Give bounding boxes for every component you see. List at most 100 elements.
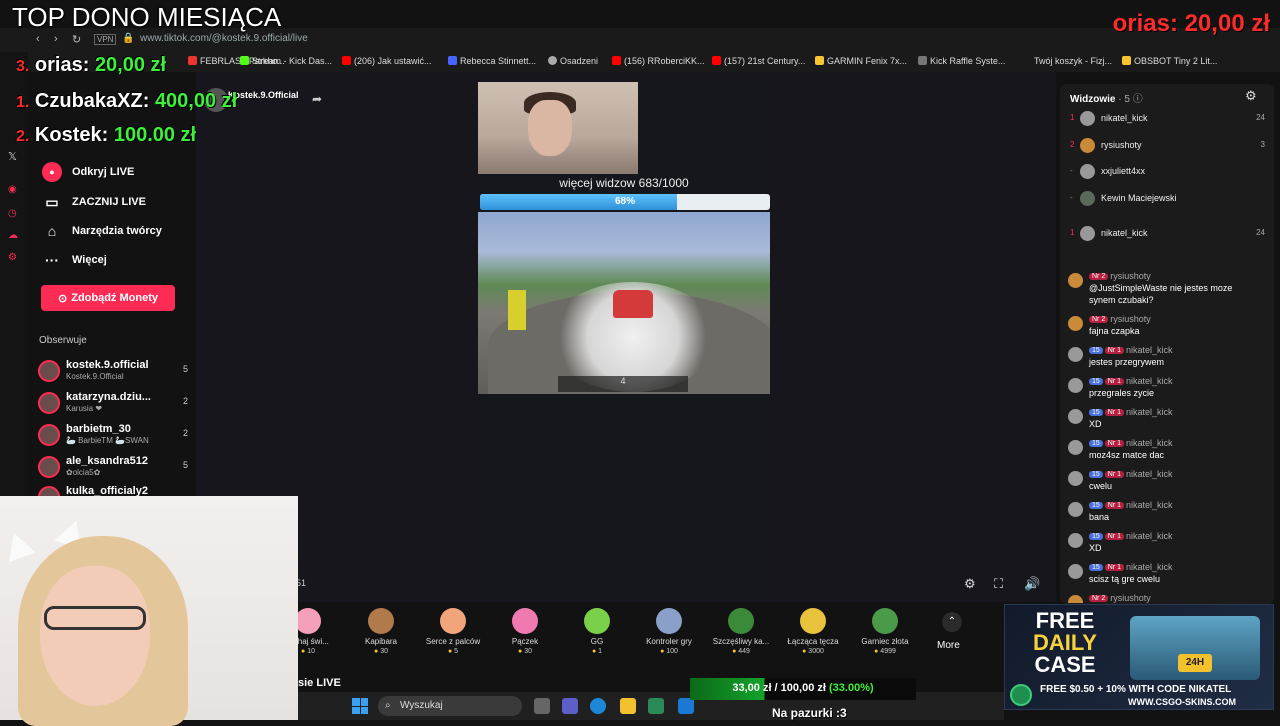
viewer-row[interactable]: 1 nikatel_kick 24 xyxy=(1070,226,1265,244)
chat-message[interactable]: 15 Nr 1 nikatel_kick XD xyxy=(1068,407,1268,437)
clock-icon[interactable]: ◷ xyxy=(8,208,17,219)
chat-message[interactable]: 15 Nr 1 nikatel_kick cwelu xyxy=(1068,469,1268,499)
chevron-up-icon[interactable]: ⌃ xyxy=(942,612,962,632)
avatar xyxy=(1068,316,1083,331)
viewer-row[interactable]: - Kewin Maciejewski xyxy=(1070,191,1265,209)
gift-icon xyxy=(584,608,610,634)
chat-message[interactable]: Nr 2 rysiushoty fajna czapka xyxy=(1068,314,1268,344)
sidebar-item-creator-tools[interactable]: ⌂ Narzędzia twórcy xyxy=(42,221,162,241)
bookmark-item[interactable]: (156) RRoberciKK... xyxy=(612,56,705,66)
gift-item[interactable]: GG1 xyxy=(561,608,633,655)
record-icon[interactable]: ◉ xyxy=(8,184,17,195)
avatar xyxy=(1068,564,1083,579)
back-icon[interactable]: ‹ xyxy=(36,33,40,45)
chat-username[interactable]: 15 Nr 1 nikatel_kick xyxy=(1089,500,1173,510)
task-view-icon[interactable] xyxy=(534,698,550,714)
sidebar-item-more[interactable]: ··· Więcej xyxy=(42,250,107,270)
chat-message[interactable]: 15 Nr 1 nikatel_kick XD xyxy=(1068,531,1268,561)
chat-username[interactable]: 15 Nr 1 nikatel_kick xyxy=(1089,438,1173,448)
viewers-heading: Widzowie · 5 ⓘ xyxy=(1070,94,1143,105)
chat-message[interactable]: 15 Nr 1 nikatel_kick moz4sz matce dac xyxy=(1068,438,1268,468)
chat-badge: 15 xyxy=(1089,409,1103,416)
chat-message[interactable]: 15 Nr 1 nikatel_kick przegrales zycie xyxy=(1068,376,1268,406)
avatar xyxy=(38,392,60,414)
settings-gear-icon[interactable]: ⚙ xyxy=(1245,88,1257,104)
gift-item[interactable]: Łącząca tęcza3000 xyxy=(777,608,849,655)
mail-icon[interactable] xyxy=(678,698,694,714)
sidebar-live-label: sie LIVE xyxy=(298,677,341,689)
extension-sidebar xyxy=(0,52,28,502)
bookmark-item[interactable]: Stream - Kick Das... xyxy=(240,56,332,66)
following-item[interactable]: ale_ksandra512 ✿olcia5✿ 5 xyxy=(38,454,188,484)
chat-username[interactable]: 15 Nr 1 nikatel_kick xyxy=(1089,376,1173,386)
edge-icon[interactable] xyxy=(590,698,606,714)
chat-message[interactable]: Nr 2 rysiushoty xyxy=(1068,593,1268,603)
chat-username[interactable]: 15 Nr 1 nikatel_kick xyxy=(1089,531,1173,541)
address-bar[interactable]: www.tiktok.com/@kostek.9.official/live xyxy=(140,33,308,44)
bookmark-item[interactable]: (157) 21st Century... xyxy=(712,56,805,66)
fullscreen-icon[interactable]: ⛶ xyxy=(994,576,1003,592)
viewer-row[interactable]: 2 rysiushoty 3 xyxy=(1070,138,1265,156)
following-item[interactable]: katarzyna.dziu... Karusia ❤ 2 xyxy=(38,390,188,420)
gift-item[interactable]: Kontroler gry100 xyxy=(633,608,705,655)
bookmark-item[interactable]: (206) Jak ustawić... xyxy=(342,56,432,66)
chat-username[interactable]: Nr 2 rysiushoty xyxy=(1089,593,1151,603)
gear-icon[interactable]: ⚙ xyxy=(964,576,976,592)
vpn-badge[interactable]: VPN xyxy=(94,34,117,45)
chat-username-text: nikatel_kick xyxy=(1126,376,1173,386)
chat-username-text: nikatel_kick xyxy=(1126,531,1173,541)
taskbar-search[interactable]: ⌕ Wyszukaj xyxy=(378,696,522,716)
get-coins-button[interactable]: ⊙ Zdobądź Monety xyxy=(41,285,175,311)
gift-item[interactable]: Kapibara30 xyxy=(345,608,417,655)
bookmark-item[interactable]: Osadzeni xyxy=(548,56,598,66)
x-icon[interactable]: 𝕏 xyxy=(8,150,17,163)
forward-icon[interactable]: › xyxy=(54,33,58,45)
gift-item[interactable]: Szczęśliwy ka...449 xyxy=(705,608,777,655)
folder-icon[interactable] xyxy=(620,698,636,714)
gift-icon xyxy=(800,608,826,634)
bookmark-item[interactable]: OBSBOT Tiny 2 Lit... xyxy=(1122,56,1217,66)
more-gifts-button[interactable]: More xyxy=(937,640,960,651)
gift-item[interactable]: Pączek30 xyxy=(489,608,561,655)
following-item[interactable]: kulka_officialy2 xyxy=(38,484,188,496)
cloud-icon[interactable]: ☁ xyxy=(8,230,18,241)
store-icon[interactable] xyxy=(648,698,664,714)
share-icon[interactable]: ➦ xyxy=(312,92,322,106)
info-icon[interactable]: ⓘ xyxy=(1133,94,1143,105)
chat-username[interactable]: 15 Nr 1 nikatel_kick xyxy=(1089,469,1173,479)
bookmark-item[interactable]: GARMIN Fenix 7x... xyxy=(815,56,907,66)
windows-start-icon[interactable] xyxy=(352,698,368,714)
teams-icon[interactable] xyxy=(562,698,578,714)
chat-username[interactable]: Nr 2 rysiushoty xyxy=(1089,314,1151,324)
streamer-name[interactable]: Kostek.9.Official xyxy=(228,90,299,100)
avatar xyxy=(1068,533,1083,548)
sidebar-item-start-live[interactable]: ▭ ZACZNIJ LIVE xyxy=(42,192,146,212)
chat-username[interactable]: 15 Nr 1 nikatel_kick xyxy=(1089,345,1173,355)
volume-icon[interactable]: 🔊 xyxy=(1024,576,1040,592)
bookmark-item[interactable]: Kick Raffle Syste... xyxy=(918,56,1005,66)
chat-username[interactable]: Nr 2 rysiushoty xyxy=(1089,271,1151,281)
chat-message[interactable]: 15 Nr 1 nikatel_kick jestes przegrywem xyxy=(1068,345,1268,375)
live-icon: ● xyxy=(42,162,62,182)
chat-username[interactable]: 15 Nr 1 nikatel_kick xyxy=(1089,562,1173,572)
chat-text: XD xyxy=(1089,543,1102,553)
bookmark-item[interactable]: Twój koszyk - Fizj... xyxy=(1034,56,1112,66)
sidebar-item-discover-live[interactable]: ● Odkryj LIVE xyxy=(42,162,134,182)
following-item[interactable]: barbietm_30 🦢 BarbieTM 🦢SWAN 2 xyxy=(38,422,188,452)
reload-icon[interactable]: ↻ xyxy=(72,33,81,46)
chat-message[interactable]: Nr 2 rysiushoty @JustSimpleWaste nie jeste… xyxy=(1068,271,1268,305)
viewer-row[interactable]: 1 nikatel_kick 24 xyxy=(1070,111,1265,129)
chat-message[interactable]: 15 Nr 1 nikatel_kick bana xyxy=(1068,500,1268,530)
chat-username-text: nikatel_kick xyxy=(1126,438,1173,448)
gift-item[interactable]: Serce z palców5 xyxy=(417,608,489,655)
following-item[interactable]: kostek.9.official Kostek.9.Official 5 xyxy=(38,358,188,388)
bookmark-item[interactable]: Rebecca Stinnett... xyxy=(448,56,536,66)
chat-message[interactable]: 15 Nr 1 nikatel_kick scisz tą gre cwelu xyxy=(1068,562,1268,592)
donation-goal-title: Na pazurki :3 xyxy=(772,706,847,720)
gift-item[interactable]: Garniec złota4999 xyxy=(849,608,921,655)
chat-username[interactable]: 15 Nr 1 nikatel_kick xyxy=(1089,407,1173,417)
ad-24h-badge: 24H xyxy=(1178,654,1212,672)
settings-icon[interactable]: ⚙ xyxy=(8,252,17,263)
viewer-row[interactable]: - xxjuliett4xx xyxy=(1070,164,1265,182)
lock-icon: 🔒 xyxy=(122,33,135,44)
